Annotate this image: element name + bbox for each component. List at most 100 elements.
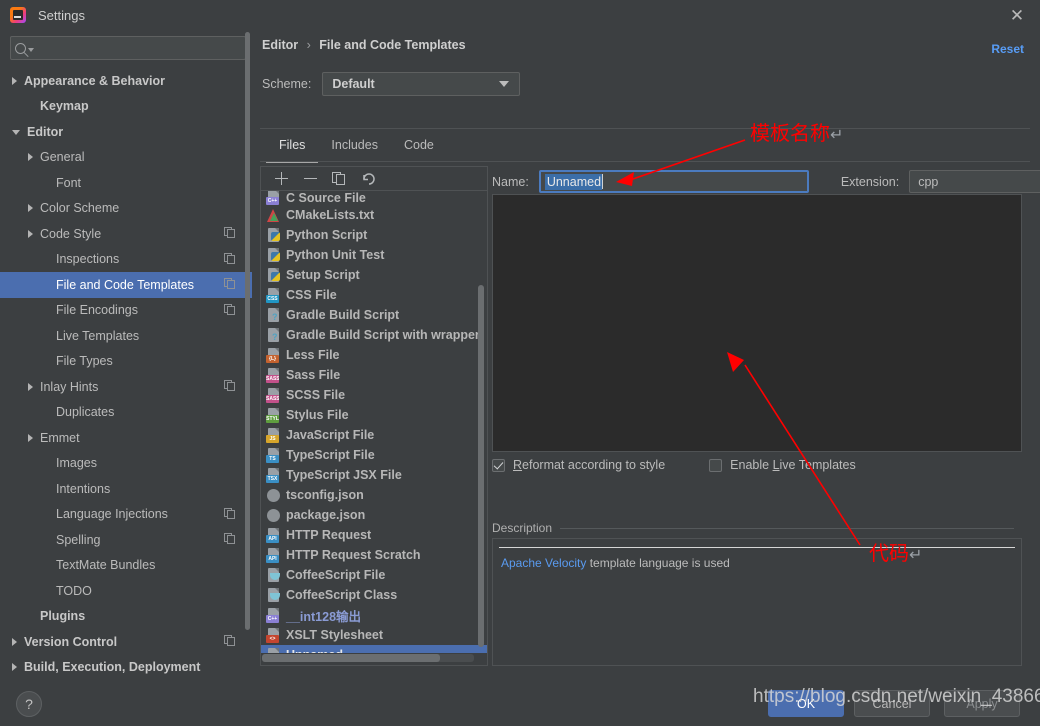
breadcrumb-parent[interactable]: Editor: [262, 38, 298, 52]
sidebar-item-file-types[interactable]: File Types: [0, 349, 252, 375]
list-item[interactable]: Python Script: [261, 225, 487, 245]
chevron-right-icon[interactable]: [28, 229, 33, 238]
list-item-label: C Source File: [286, 191, 366, 205]
extension-input[interactable]: cpp: [909, 170, 1040, 193]
list-item[interactable]: SASS SCSS File: [261, 385, 487, 405]
list-item[interactable]: TSX TypeScript JSX File: [261, 465, 487, 485]
sidebar-item-language-injections[interactable]: Language Injections: [0, 502, 252, 528]
js-file-icon: JS: [266, 427, 281, 443]
list-item[interactable]: ? Gradle Build Script: [261, 305, 487, 325]
sidebar-item-textmate-bundles[interactable]: TextMate Bundles: [0, 553, 252, 579]
sidebar-scrollbar[interactable]: [245, 32, 250, 630]
sidebar-item-inlay-hints[interactable]: Inlay Hints: [0, 374, 252, 400]
list-item[interactable]: API HTTP Request: [261, 525, 487, 545]
list-item[interactable]: {L} Less File: [261, 345, 487, 365]
sidebar-item-general[interactable]: General: [0, 145, 252, 171]
chevron-right-icon[interactable]: [12, 637, 17, 646]
chevron-right-icon[interactable]: [28, 433, 33, 442]
sidebar-item-inspections[interactable]: Inspections: [0, 247, 252, 273]
list-item-label: Less File: [286, 348, 340, 362]
list-item[interactable]: C++ Unnamed: [261, 645, 487, 653]
chevron-right-icon[interactable]: [28, 382, 33, 391]
project-scope-copy-icon: [224, 252, 236, 265]
tab-code[interactable]: Code: [391, 130, 447, 163]
live-templates-checkbox[interactable]: [709, 458, 723, 472]
sidebar-item-emmet[interactable]: Emmet: [0, 425, 252, 451]
copy-template-button[interactable]: [329, 170, 351, 188]
editor-options: Reformat according to style Enable Live …: [492, 458, 856, 472]
sidebar-item-code-style[interactable]: Code Style: [0, 221, 252, 247]
list-item[interactable]: CSS CSS File: [261, 285, 487, 305]
chevron-right-icon[interactable]: [12, 76, 17, 85]
ok-button[interactable]: OK: [768, 690, 844, 717]
sidebar-item-plugins[interactable]: Plugins: [0, 604, 252, 630]
list-item[interactable]: package.json: [261, 505, 487, 525]
reset-template-button[interactable]: [358, 170, 380, 188]
sidebar-item-file-encodings[interactable]: File Encodings: [0, 298, 252, 324]
sidebar-item-font[interactable]: Font: [0, 170, 252, 196]
chevron-right-icon[interactable]: [12, 663, 17, 672]
template-body-editor[interactable]: [492, 194, 1022, 452]
apache-velocity-link[interactable]: Apache Velocity: [501, 556, 586, 570]
template-list-panel: C++ C Source File CMakeLists.txt Python Scr…: [260, 166, 488, 666]
sidebar-item-appearance-behavior[interactable]: Appearance & Behavior: [0, 68, 252, 94]
scheme-select[interactable]: Default: [322, 72, 521, 96]
list-item-label: Unnamed: [286, 648, 343, 653]
search-input[interactable]: [37, 41, 245, 55]
list-item-label: package.json: [286, 508, 366, 522]
help-button[interactable]: ?: [16, 691, 42, 717]
list-item[interactable]: CoffeeScript Class: [261, 585, 487, 605]
sidebar-item-images[interactable]: Images: [0, 451, 252, 477]
reformat-checkbox[interactable]: [492, 458, 505, 472]
sidebar-item-todo[interactable]: TODO: [0, 578, 252, 604]
sidebar-item-label: Version Control: [24, 634, 118, 649]
cancel-button[interactable]: Cancel: [854, 690, 930, 717]
sidebar-item-version-control[interactable]: Version Control: [0, 629, 252, 655]
template-list-vscrollbar[interactable]: [478, 285, 484, 647]
list-item[interactable]: STYL Stylus File: [261, 405, 487, 425]
reset-link[interactable]: Reset: [991, 42, 1024, 56]
sidebar-item-spelling[interactable]: Spelling: [0, 527, 252, 553]
list-item[interactable]: JS JavaScript File: [261, 425, 487, 445]
list-item[interactable]: C++ __int128输出: [261, 605, 487, 625]
chevron-right-icon[interactable]: [28, 204, 33, 213]
list-item[interactable]: C++ C Source File: [261, 191, 487, 205]
chevron-right-icon[interactable]: [28, 153, 33, 162]
sidebar-item-keymap[interactable]: Keymap: [0, 94, 252, 120]
list-item[interactable]: SASS Sass File: [261, 365, 487, 385]
template-list-hscrollbar[interactable]: [262, 654, 440, 662]
list-item-label: SCSS File: [286, 388, 346, 402]
gradle-icon: ?: [266, 307, 281, 323]
list-item[interactable]: TS TypeScript File: [261, 445, 487, 465]
list-item[interactable]: Setup Script: [261, 265, 487, 285]
apply-button[interactable]: Apply: [944, 690, 1020, 717]
sidebar-item-intentions[interactable]: Intentions: [0, 476, 252, 502]
sidebar-item-live-templates[interactable]: Live Templates: [0, 323, 252, 349]
list-item[interactable]: Python Unit Test: [261, 245, 487, 265]
list-item[interactable]: <> XSLT Stylesheet: [261, 625, 487, 645]
chevron-down-icon[interactable]: [12, 130, 20, 136]
settings-tree[interactable]: Appearance & Behavior Keymap Editor General…: [0, 68, 252, 708]
list-item[interactable]: tsconfig.json: [261, 485, 487, 505]
search-box[interactable]: [10, 36, 246, 60]
name-input[interactable]: Unnamed: [538, 170, 809, 193]
sidebar-item-file-and-code-templates[interactable]: File and Code Templates: [0, 272, 252, 298]
sidebar-item-duplicates[interactable]: Duplicates: [0, 400, 252, 426]
breadcrumb-separator: ›: [306, 38, 311, 52]
tab-files[interactable]: Files: [266, 130, 319, 163]
remove-template-button[interactable]: [300, 170, 322, 188]
list-item[interactable]: CoffeeScript File: [261, 565, 487, 585]
list-item[interactable]: ? Gradle Build Script with wrapper: [261, 325, 487, 345]
sidebar-item-build-execution-deployment[interactable]: Build, Execution, Deployment: [0, 655, 252, 681]
tab-includes[interactable]: Includes: [318, 130, 391, 163]
sidebar-item-color-scheme[interactable]: Color Scheme: [0, 196, 252, 222]
close-icon[interactable]: ✕: [1006, 6, 1028, 26]
project-scope-copy-icon: [224, 227, 236, 239]
list-item[interactable]: API HTTP Request Scratch: [261, 545, 487, 565]
add-template-button[interactable]: [271, 170, 293, 188]
list-item[interactable]: CMakeLists.txt: [261, 205, 487, 225]
template-list[interactable]: C++ C Source File CMakeLists.txt Python Scr…: [261, 191, 487, 653]
sidebar-item-editor[interactable]: Editor: [0, 119, 252, 145]
template-tabs[interactable]: Files Includes Code: [266, 130, 447, 163]
